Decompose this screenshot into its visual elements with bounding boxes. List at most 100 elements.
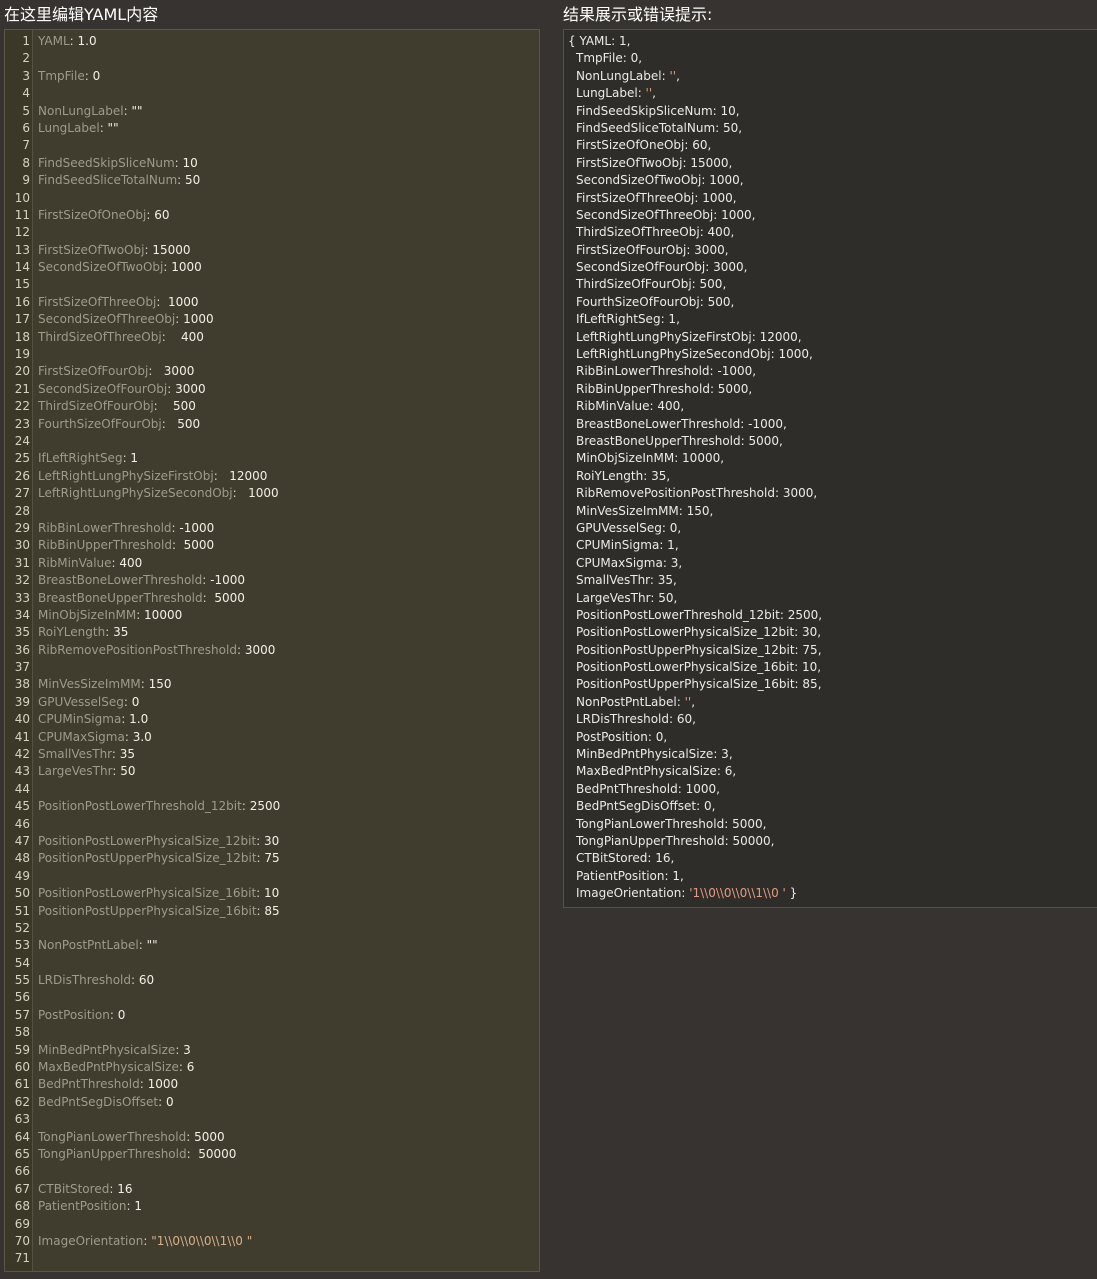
editor-line[interactable]: 44 <box>5 781 539 798</box>
code-text[interactable]: LargeVesThr: 50 <box>38 763 135 780</box>
code-text[interactable]: SecondSizeOfThreeObj: 1000 <box>38 311 214 328</box>
code-text[interactable]: SmallVesThr: 35 <box>38 746 135 763</box>
editor-line[interactable]: 37 <box>5 659 539 676</box>
editor-line[interactable]: 11 FirstSizeOfOneObj: 60 <box>5 207 539 224</box>
code-text[interactable]: BedPntThreshold: 1000 <box>38 1076 178 1093</box>
code-text[interactable]: RoiYLength: 35 <box>38 624 128 641</box>
editor-line[interactable]: 52 <box>5 920 539 937</box>
editor-line[interactable]: 31 RibMinValue: 400 <box>5 555 539 572</box>
editor-line[interactable]: 2 <box>5 50 539 67</box>
code-text[interactable]: TmpFile: 0 <box>38 68 100 85</box>
editor-line[interactable]: 22 ThirdSizeOfFourObj: 500 <box>5 398 539 415</box>
editor-line[interactable]: 26 LeftRightLungPhySizeFirstObj: 12000 <box>5 468 539 485</box>
code-text[interactable]: FourthSizeOfFourObj: 500 <box>38 416 200 433</box>
editor-line[interactable]: 13 FirstSizeOfTwoObj: 15000 <box>5 242 539 259</box>
code-text[interactable]: FindSeedSkipSliceNum: 10 <box>38 155 198 172</box>
editor-line[interactable]: 54 <box>5 955 539 972</box>
code-text[interactable]: YAML: 1.0 <box>38 33 97 50</box>
code-text[interactable]: SecondSizeOfFourObj: 3000 <box>38 381 206 398</box>
code-text[interactable]: FirstSizeOfThreeObj: 1000 <box>38 294 199 311</box>
editor-line[interactable]: 38 MinVesSizeImMM: 150 <box>5 676 539 693</box>
editor-line[interactable]: 29 RibBinLowerThreshold: -1000 <box>5 520 539 537</box>
editor-line[interactable]: 33 BreastBoneUpperThreshold: 5000 <box>5 590 539 607</box>
code-text[interactable]: MaxBedPntPhysicalSize: 6 <box>38 1059 194 1076</box>
editor-line[interactable]: 28 <box>5 503 539 520</box>
code-text[interactable]: LeftRightLungPhySizeFirstObj: 12000 <box>38 468 267 485</box>
code-text[interactable]: IfLeftRightSeg: 1 <box>38 450 138 467</box>
editor-line[interactable]: 65 TongPianUpperThreshold: 50000 <box>5 1146 539 1163</box>
editor-line[interactable]: 66 <box>5 1163 539 1180</box>
code-text[interactable]: FirstSizeOfFourObj: 3000 <box>38 363 194 380</box>
code-text[interactable]: SecondSizeOfTwoObj: 1000 <box>38 259 202 276</box>
code-text[interactable]: ThirdSizeOfThreeObj: 400 <box>38 329 204 346</box>
editor-line[interactable]: 1 YAML: 1.0 <box>5 33 539 50</box>
editor-line[interactable]: 32 BreastBoneLowerThreshold: -1000 <box>5 572 539 589</box>
editor-line[interactable]: 42 SmallVesThr: 35 <box>5 746 539 763</box>
code-text[interactable]: PositionPostLowerThreshold_12bit: 2500 <box>38 798 280 815</box>
editor-line[interactable]: 36 RibRemovePositionPostThreshold: 3000 <box>5 642 539 659</box>
code-text[interactable]: PositionPostLowerPhysicalSize_16bit: 10 <box>38 885 279 902</box>
editor-line[interactable]: 58 <box>5 1024 539 1041</box>
editor-line[interactable]: 12 <box>5 224 539 241</box>
editor-line[interactable]: 57 PostPosition: 0 <box>5 1007 539 1024</box>
yaml-editor[interactable]: 1 YAML: 1.0 2 3 TmpFile: 0 4 5 NonLungLabel: ""… <box>4 29 540 1272</box>
editor-line[interactable]: 51 PositionPostUpperPhysicalSize_16bit: 8… <box>5 903 539 920</box>
code-text[interactable]: PatientPosition: 1 <box>38 1198 142 1215</box>
code-text[interactable]: PositionPostUpperPhysicalSize_12bit: 75 <box>38 850 280 867</box>
editor-line[interactable]: 50 PositionPostLowerPhysicalSize_16bit: 1… <box>5 885 539 902</box>
editor-line[interactable]: 35 RoiYLength: 35 <box>5 624 539 641</box>
editor-line[interactable]: 15 <box>5 276 539 293</box>
code-text[interactable]: PositionPostUpperPhysicalSize_16bit: 85 <box>38 903 280 920</box>
editor-line[interactable]: 46 <box>5 816 539 833</box>
editor-line[interactable]: 48 PositionPostUpperPhysicalSize_12bit: 7… <box>5 850 539 867</box>
editor-line[interactable]: 43 LargeVesThr: 50 <box>5 763 539 780</box>
code-text[interactable]: GPUVesselSeg: 0 <box>38 694 139 711</box>
code-text[interactable]: NonPostPntLabel: "" <box>38 937 158 954</box>
code-text[interactable]: RibBinUpperThreshold: 5000 <box>38 537 214 554</box>
code-text[interactable]: MinVesSizeImMM: 150 <box>38 676 172 693</box>
editor-line[interactable]: 19 <box>5 346 539 363</box>
editor-line[interactable]: 27 LeftRightLungPhySizeSecondObj: 1000 <box>5 485 539 502</box>
code-text[interactable]: LungLabel: "" <box>38 120 119 137</box>
code-text[interactable]: MinObjSizeInMM: 10000 <box>38 607 182 624</box>
code-text[interactable]: MinBedPntPhysicalSize: 3 <box>38 1042 191 1059</box>
editor-line[interactable]: 24 <box>5 433 539 450</box>
code-text[interactable]: TongPianLowerThreshold: 5000 <box>38 1129 225 1146</box>
code-text[interactable]: ImageOrientation: "1\\0\\0\\0\\1\\0 " <box>38 1233 252 1250</box>
editor-line[interactable]: 25 IfLeftRightSeg: 1 <box>5 450 539 467</box>
editor-line[interactable]: 6 LungLabel: "" <box>5 120 539 137</box>
editor-line[interactable]: 59 MinBedPntPhysicalSize: 3 <box>5 1042 539 1059</box>
editor-line[interactable]: 62 BedPntSegDisOffset: 0 <box>5 1094 539 1111</box>
editor-line[interactable]: 64 TongPianLowerThreshold: 5000 <box>5 1129 539 1146</box>
code-text[interactable]: LRDisThreshold: 60 <box>38 972 154 989</box>
code-text[interactable]: BedPntSegDisOffset: 0 <box>38 1094 174 1111</box>
code-text[interactable]: RibBinLowerThreshold: -1000 <box>38 520 214 537</box>
editor-line[interactable]: 23 FourthSizeOfFourObj: 500 <box>5 416 539 433</box>
editor-line[interactable]: 49 <box>5 868 539 885</box>
editor-lines[interactable]: 1 YAML: 1.0 2 3 TmpFile: 0 4 5 NonLungLabel: ""… <box>5 33 539 1268</box>
code-text[interactable]: RibMinValue: 400 <box>38 555 142 572</box>
editor-line[interactable]: 53 NonPostPntLabel: "" <box>5 937 539 954</box>
code-text[interactable]: FindSeedSliceTotalNum: 50 <box>38 172 200 189</box>
editor-line[interactable]: 70 ImageOrientation: "1\\0\\0\\0\\1\\0 " <box>5 1233 539 1250</box>
editor-line[interactable]: 45 PositionPostLowerThreshold_12bit: 2500 <box>5 798 539 815</box>
code-text[interactable]: PositionPostLowerPhysicalSize_12bit: 30 <box>38 833 279 850</box>
code-text[interactable]: BreastBoneUpperThreshold: 5000 <box>38 590 245 607</box>
editor-line[interactable]: 47 PositionPostLowerPhysicalSize_12bit: 3… <box>5 833 539 850</box>
editor-line[interactable]: 7 <box>5 137 539 154</box>
code-text[interactable]: RibRemovePositionPostThreshold: 3000 <box>38 642 275 659</box>
editor-line[interactable]: 14 SecondSizeOfTwoObj: 1000 <box>5 259 539 276</box>
editor-line[interactable]: 60 MaxBedPntPhysicalSize: 6 <box>5 1059 539 1076</box>
editor-line[interactable]: 8 FindSeedSkipSliceNum: 10 <box>5 155 539 172</box>
editor-line[interactable]: 5 NonLungLabel: "" <box>5 103 539 120</box>
code-text[interactable]: FirstSizeOfOneObj: 60 <box>38 207 170 224</box>
editor-line[interactable]: 4 <box>5 85 539 102</box>
code-text[interactable]: TongPianUpperThreshold: 50000 <box>38 1146 236 1163</box>
editor-line[interactable]: 3 TmpFile: 0 <box>5 68 539 85</box>
editor-line[interactable]: 63 <box>5 1111 539 1128</box>
code-text[interactable]: PostPosition: 0 <box>38 1007 125 1024</box>
code-text[interactable]: FirstSizeOfTwoObj: 15000 <box>38 242 191 259</box>
editor-line[interactable]: 41 CPUMaxSigma: 3.0 <box>5 729 539 746</box>
editor-line[interactable]: 17 SecondSizeOfThreeObj: 1000 <box>5 311 539 328</box>
editor-line[interactable]: 55 LRDisThreshold: 60 <box>5 972 539 989</box>
